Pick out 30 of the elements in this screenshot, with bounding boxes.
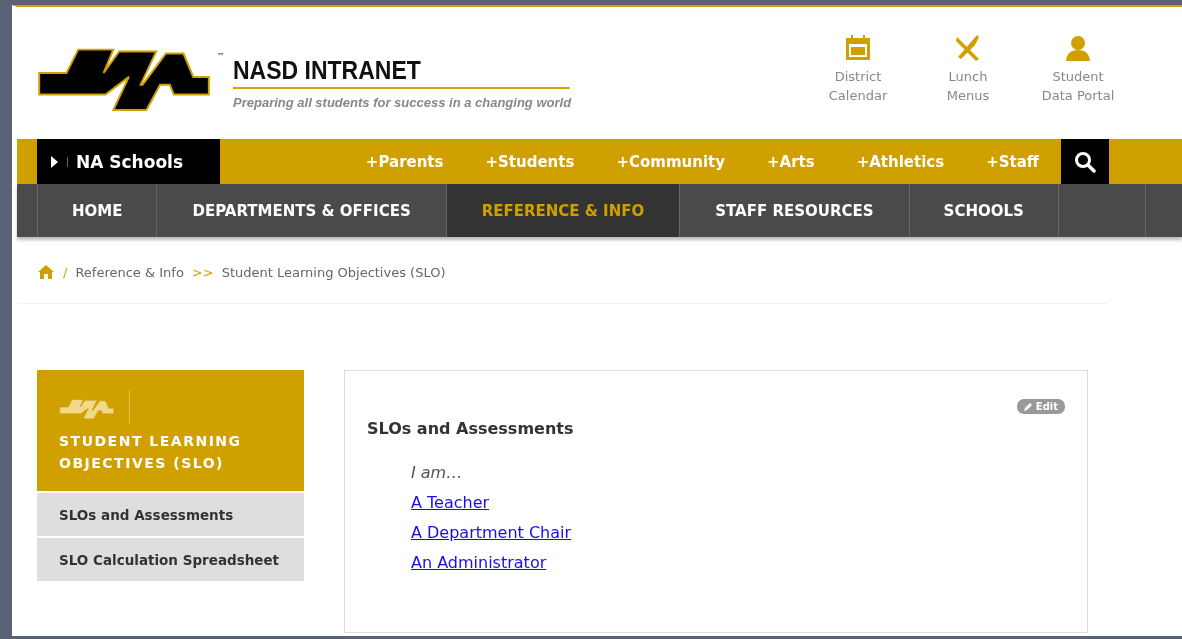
role-link[interactable]: A Teacher <box>411 493 490 512</box>
schools-menu-button[interactable]: NA Schools <box>37 139 220 184</box>
caret-icon <box>51 155 59 168</box>
search-button[interactable] <box>1061 139 1109 184</box>
breadcrumb-link[interactable]: Student Learning Objectives (SLO) <box>221 264 446 280</box>
nav-tab[interactable]: DEPARTMENTS & OFFICES <box>156 184 446 237</box>
role-link[interactable]: An Administrator <box>411 553 547 572</box>
site-title: NASD INTRANET <box>233 56 570 89</box>
breadcrumb-link[interactable]: Reference & Info <box>75 264 184 280</box>
search-icon <box>1074 150 1096 173</box>
quick-link[interactable]: District Calendar <box>814 33 902 105</box>
sidebar-title: STUDENT LEARNING OBJECTIVES (SLO) <box>59 432 243 473</box>
nav-tab[interactable]: SCHOOLS <box>908 184 1058 237</box>
pencil-icon <box>1023 402 1033 411</box>
role-link[interactable]: A Department Chair <box>411 523 572 542</box>
sidebar-item[interactable]: SLOs and Assessments <box>37 493 304 536</box>
intro-text: I am… <box>411 463 464 482</box>
person-icon <box>1063 33 1093 63</box>
trademark-mark: ™ <box>217 52 225 61</box>
breadcrumb-separator: / <box>63 264 68 280</box>
breadcrumb-separator: >> <box>191 264 214 280</box>
content-heading: SLOs and Assessments <box>367 419 575 438</box>
nav-tab[interactable]: HOME <box>37 184 157 237</box>
sidebar-item[interactable]: SLO Calculation Spreadsheet <box>37 538 304 581</box>
nav-tab[interactable]: REFERENCE & INFO <box>445 184 680 237</box>
site-tagline: Preparing all students for success in a changing world <box>233 95 573 110</box>
quick-link[interactable]: Lunch Menus <box>924 33 1012 105</box>
calendar-icon <box>843 33 873 63</box>
quick-link[interactable]: Student Data Portal <box>1034 33 1122 105</box>
nav-tab[interactable]: STAFF RESOURCES <box>679 184 909 237</box>
